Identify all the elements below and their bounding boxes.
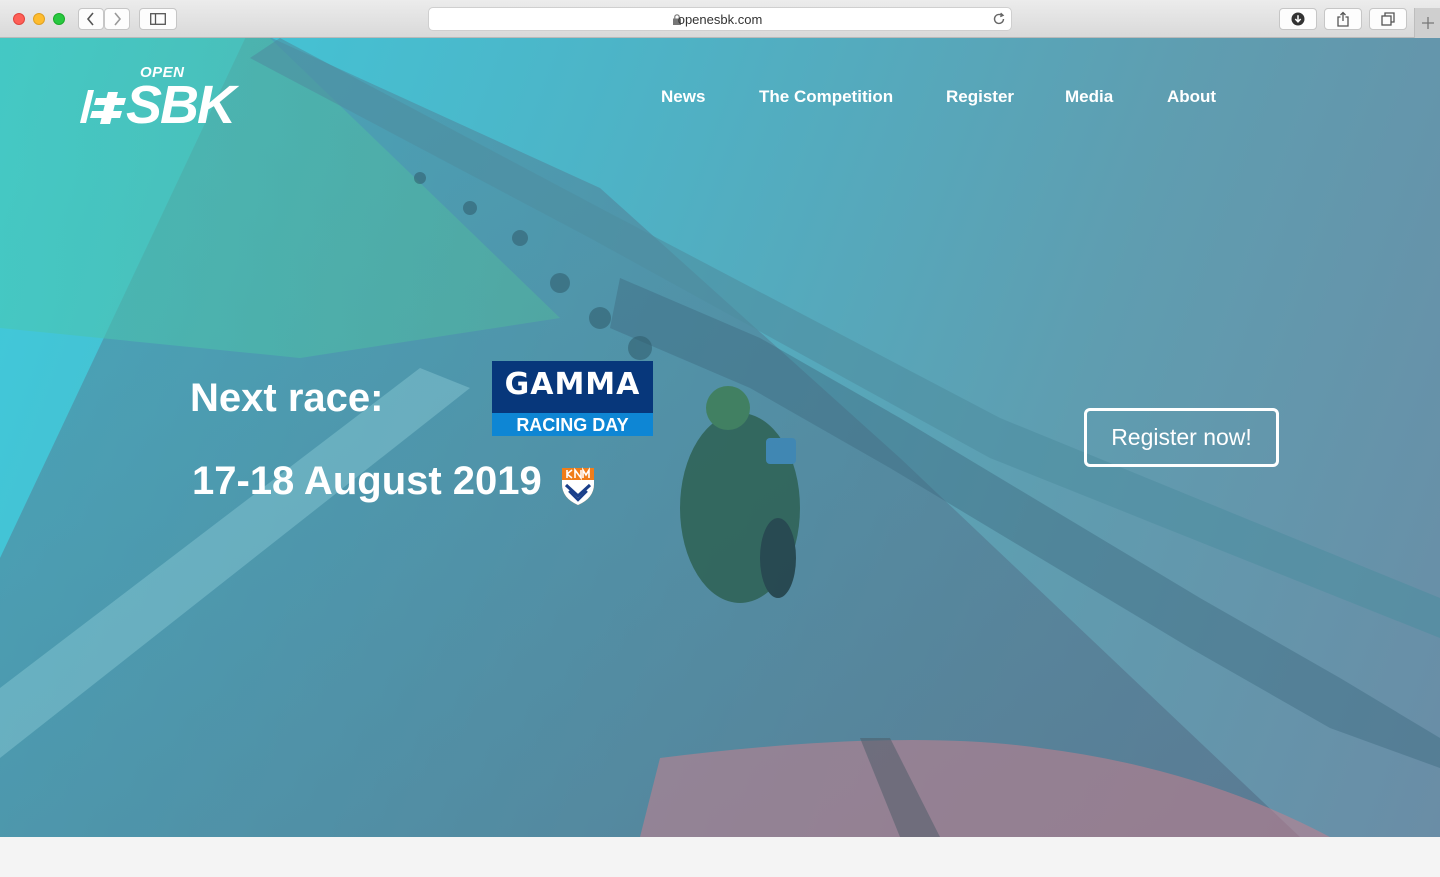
sidebar-icon [150,13,166,25]
new-tab-icon [1421,17,1434,29]
knmv-shield-icon [562,467,594,505]
gamma-brand-text: GAMMA [504,367,641,402]
maximize-window-button[interactable] [53,13,65,25]
page-bottom-strip [0,837,1440,877]
nav-item-register[interactable]: Register [946,87,1014,107]
tabs-icon [1381,12,1395,26]
register-now-button[interactable]: Register now! [1084,408,1279,467]
share-icon [1337,11,1349,27]
gamma-event-text: RACING DAY [516,415,629,435]
browser-toolbar: openesbk.com [0,0,1440,38]
forward-button[interactable] [104,8,130,30]
nav-item-media[interactable]: Media [1065,87,1113,107]
minimize-window-button[interactable] [33,13,45,25]
reload-icon[interactable] [992,12,1006,26]
share-button[interactable] [1324,8,1362,30]
close-window-button[interactable] [13,13,25,25]
gamma-racing-day-logo[interactable]: GAMMA RACING DAY [492,361,653,436]
forward-icon [114,12,122,26]
nav-item-about[interactable]: About [1167,87,1216,107]
download-icon [1291,12,1305,26]
new-tab-button[interactable] [1414,8,1440,38]
show-tabs-button[interactable] [1369,8,1407,30]
sidebar-button[interactable] [139,8,177,30]
next-race-label: Next race: [190,376,384,420]
back-button[interactable] [78,8,104,30]
back-icon [86,12,94,26]
nav-item-the-competition[interactable]: The Competition [759,87,893,107]
nav-item-news[interactable]: News [661,87,705,107]
main-navigation: News The Competition Register Media Abou… [0,87,1440,111]
downloads-button[interactable] [1279,8,1317,30]
hero-section: OPEN SBK News The Competition Register M… [0,38,1440,837]
address-bar[interactable]: openesbk.com [428,7,1012,31]
race-date: 17-18 August 2019 [192,459,542,503]
url-text: openesbk.com [677,12,763,27]
